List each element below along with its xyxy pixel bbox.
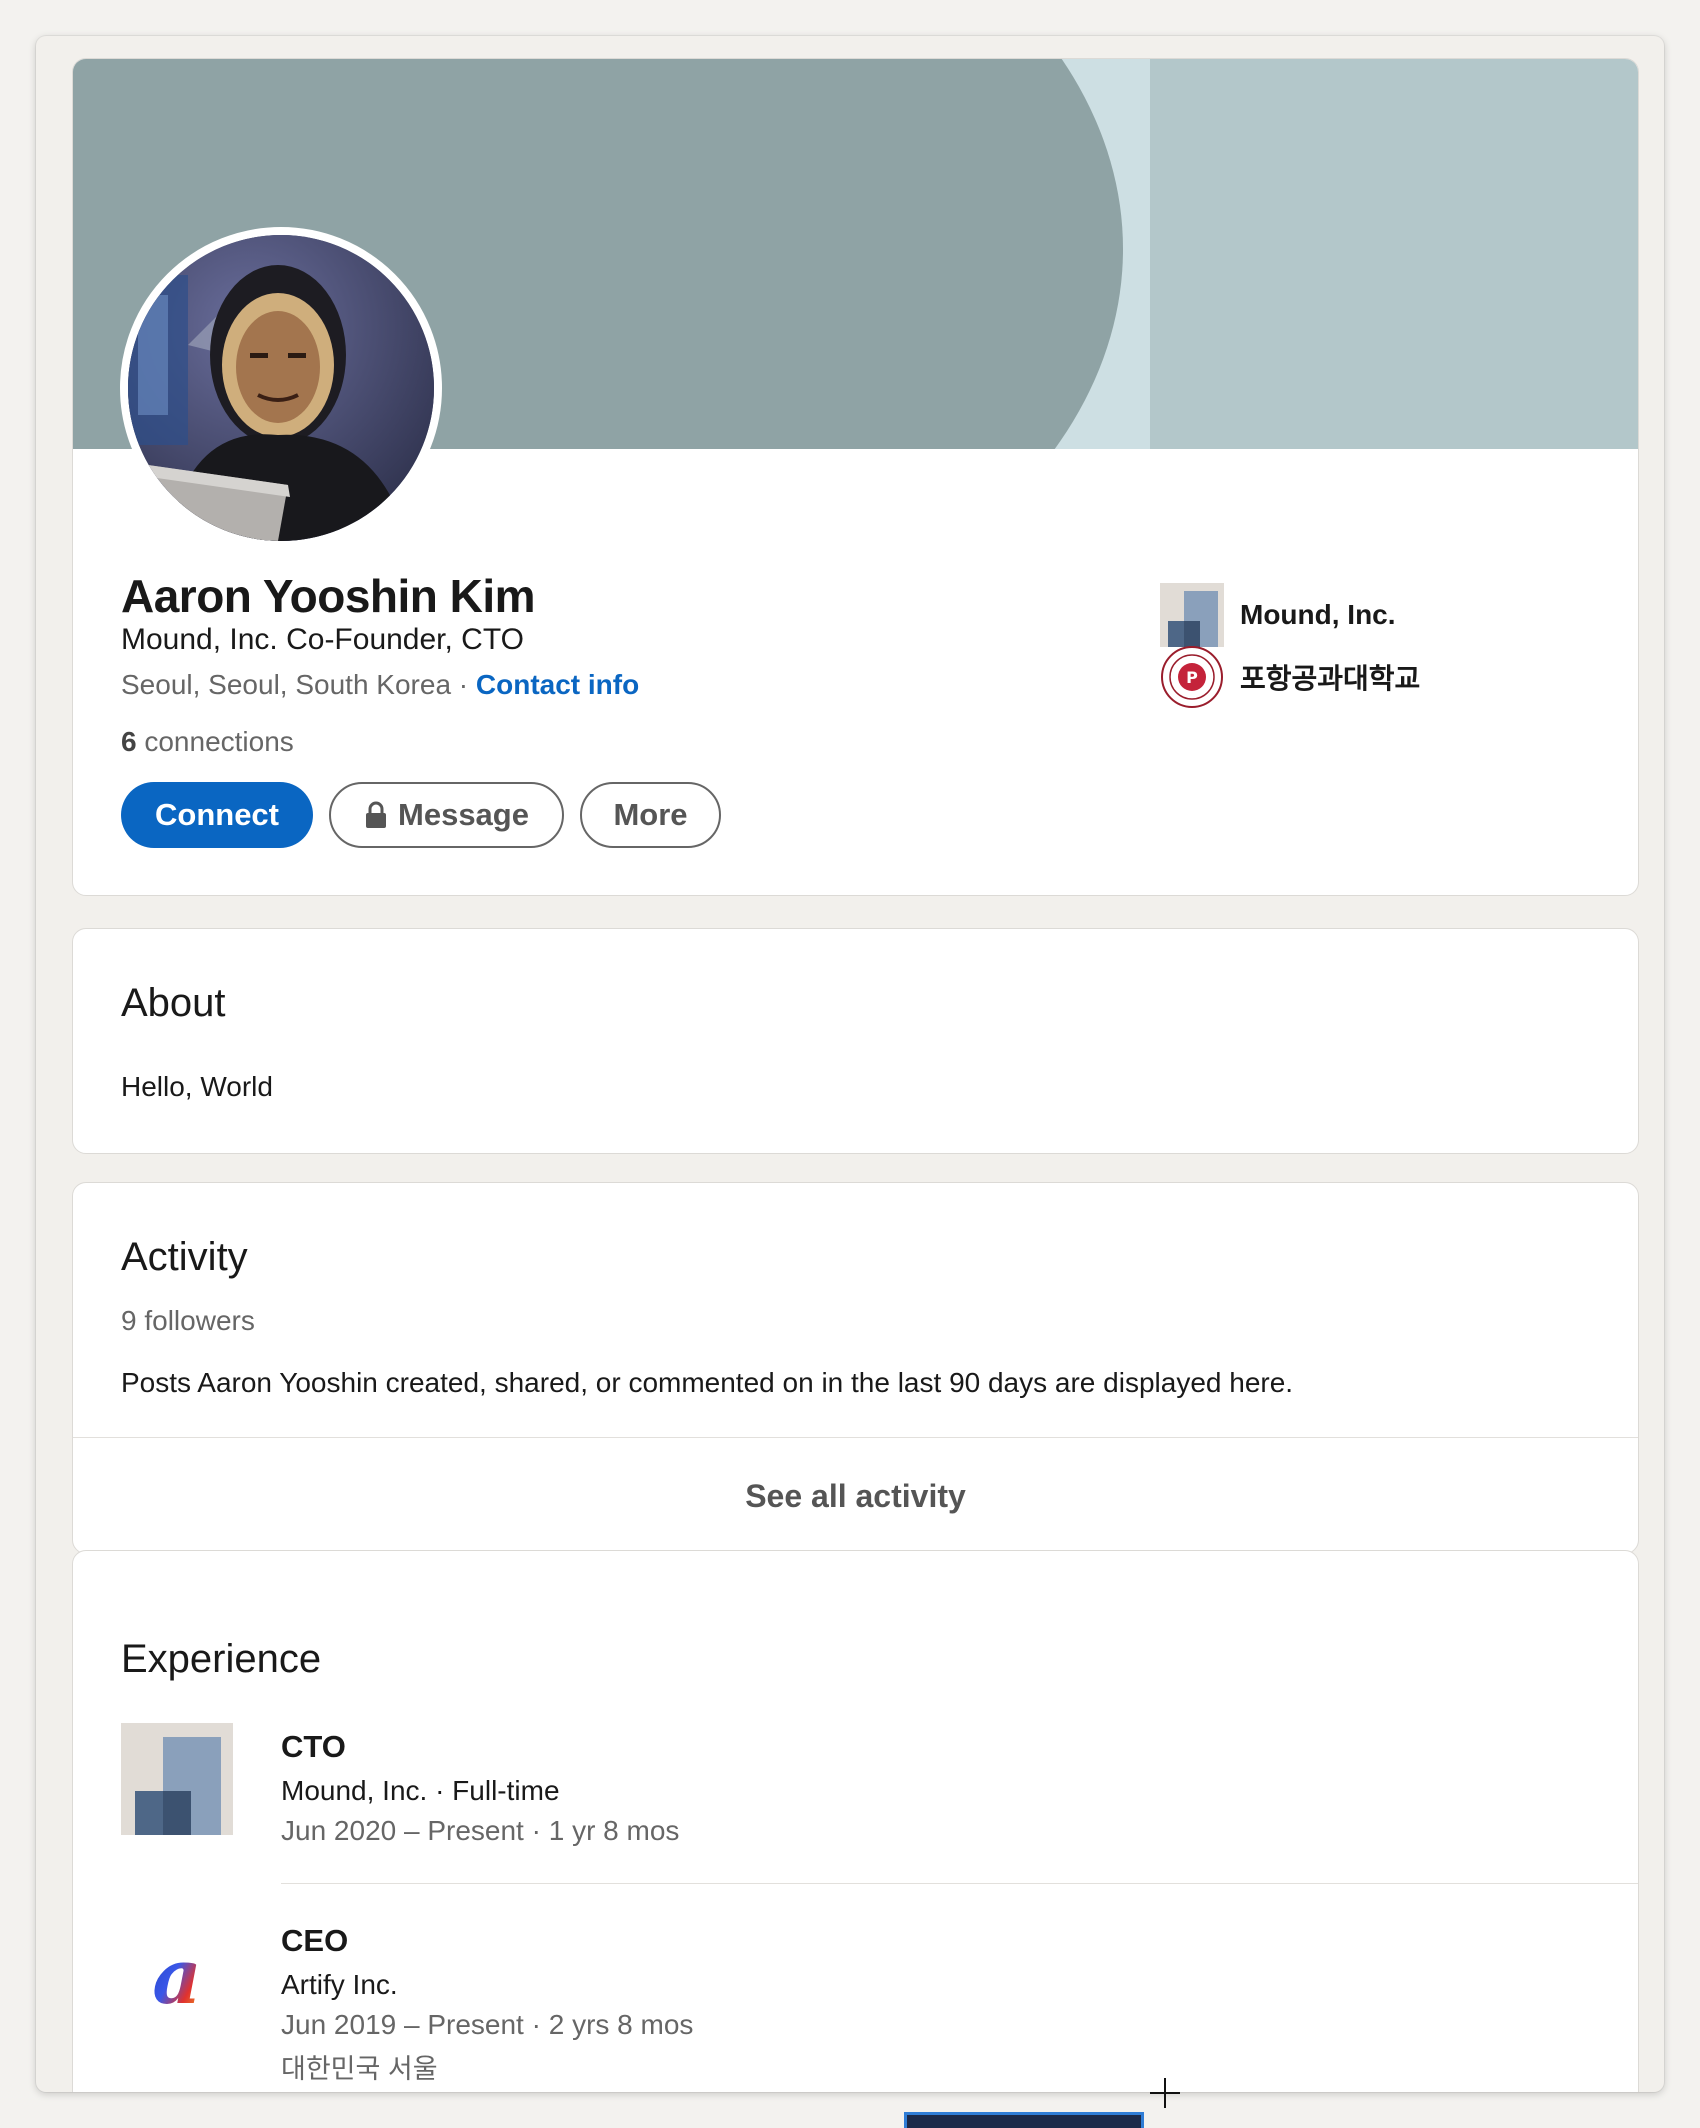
mound-logo-icon[interactable] <box>121 1723 233 1835</box>
experience-title: Experience <box>121 1637 322 1681</box>
postech-seal-icon: P <box>1160 645 1224 709</box>
separator: · <box>451 669 476 700</box>
connections-count[interactable]: 6 connections <box>121 726 294 758</box>
message-label: Message <box>398 797 529 832</box>
connect-button[interactable]: Connect <box>121 782 313 848</box>
connections-label: connections <box>136 726 294 757</box>
lock-icon <box>364 801 388 829</box>
svg-text:a: a <box>152 1932 201 2021</box>
experience-location: 대한민국 서울 <box>281 2054 438 2084</box>
activity-description: Posts Aaron Yooshin created, shared, or … <box>121 1367 1294 1398</box>
about-title: About <box>121 981 226 1025</box>
profile-headline: Mound, Inc. Co-Founder, CTO <box>121 623 524 656</box>
divider <box>73 1437 1638 1438</box>
more-label: More <box>613 797 688 832</box>
connections-number: 6 <box>121 726 137 757</box>
window-thumbnail[interactable] <box>904 2112 1144 2128</box>
experience-section: Experience CTO Mound, Inc. · Full-time J… <box>72 1550 1639 2092</box>
profile-location: Seoul, Seoul, South Korea <box>121 669 452 700</box>
about-text: Hello, World <box>121 1071 273 1102</box>
experience-dates: Jun 2019 – Present · 2 yrs 8 mos <box>281 2009 694 2040</box>
about-section: About Hello, World <box>72 928 1639 1154</box>
profile-avatar[interactable] <box>120 227 442 549</box>
education-link[interactable]: P 포항공과대학교 <box>1160 645 1420 709</box>
experience-title-text: CTO <box>281 1729 346 1764</box>
experience-company: Artify Inc. <box>281 1969 398 2000</box>
experience-dates: Jun 2020 – Present · 1 yr 8 mos <box>281 1815 680 1846</box>
mound-logo-icon <box>1160 583 1224 647</box>
activity-title: Activity <box>121 1235 248 1279</box>
crosshair-cursor-icon <box>1150 2078 1180 2108</box>
artify-logo-icon[interactable]: a <box>121 1917 233 2029</box>
followers-count: 9 followers <box>121 1305 255 1336</box>
svg-text:P: P <box>1186 668 1198 687</box>
profile-name: Aaron Yooshin Kim <box>121 570 536 622</box>
current-company-link[interactable]: Mound, Inc. <box>1160 583 1396 647</box>
message-button[interactable]: Message <box>329 782 564 848</box>
more-button[interactable]: More <box>580 782 721 848</box>
browser-window: Aaron Yooshin Kim Mound, Inc. Co-Founder… <box>36 36 1664 2092</box>
profile-location-row: Seoul, Seoul, South Korea · Contact info <box>121 669 639 701</box>
see-all-activity-label: See all activity <box>745 1477 966 1514</box>
connect-label: Connect <box>155 797 279 832</box>
current-company-name: Mound, Inc. <box>1240 599 1396 630</box>
divider <box>281 1883 1638 1884</box>
school-name: 포항공과대학교 <box>1240 663 1421 694</box>
see-all-activity-button[interactable]: See all activity <box>73 1439 1638 1553</box>
experience-company: Mound, Inc. · Full-time <box>281 1775 560 1806</box>
experience-title-text: CEO <box>281 1923 349 1958</box>
profile-card: Aaron Yooshin Kim Mound, Inc. Co-Founder… <box>72 58 1639 896</box>
activity-section: Activity 9 followers Posts Aaron Yooshin… <box>72 1182 1639 1554</box>
contact-info-link[interactable]: Contact info <box>476 669 639 700</box>
